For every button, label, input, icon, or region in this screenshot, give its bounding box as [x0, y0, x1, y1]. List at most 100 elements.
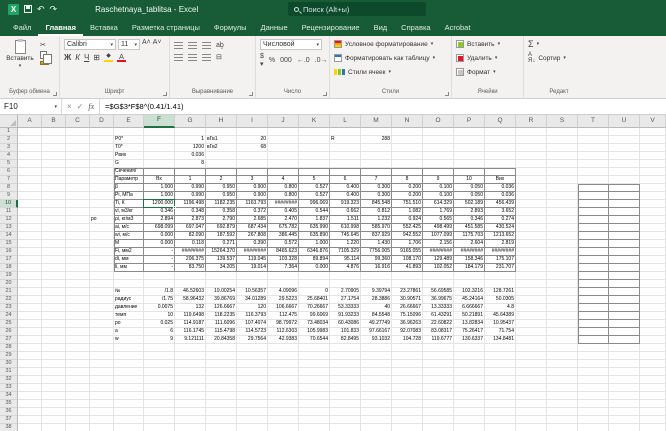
grid-cell[interactable]: 1.511 [330, 216, 361, 224]
grid-cell[interactable] [609, 424, 640, 431]
grid-cell[interactable]: 0.405 [268, 208, 299, 216]
grid-cell[interactable]: 585.970 [361, 224, 392, 232]
grid-cell[interactable] [454, 144, 485, 152]
row-header[interactable]: 33 [0, 384, 18, 392]
grid-cell[interactable] [144, 128, 175, 136]
grid-cell[interactable] [516, 248, 547, 256]
grid-cell[interactable] [640, 160, 666, 168]
grid-cell[interactable] [42, 152, 66, 160]
grid-cell[interactable] [175, 352, 206, 360]
grid-cell[interactable] [18, 296, 42, 304]
grid-cell[interactable] [18, 152, 42, 160]
grid-cell[interactable] [485, 416, 516, 424]
ribbon-tab[interactable]: Рецензирование [295, 20, 367, 36]
grid-cell[interactable]: ######## [454, 248, 485, 256]
grid-cell[interactable] [485, 280, 516, 288]
merge-center-icon[interactable]: ⊟ [216, 53, 222, 61]
grid-cell[interactable]: 614.329 [423, 200, 454, 208]
grid-cell[interactable] [114, 400, 144, 408]
font-size-select[interactable]: 11▾ [118, 39, 140, 50]
column-header[interactable]: B [42, 115, 66, 128]
grid-cell[interactable] [454, 368, 485, 376]
grid-cell[interactable] [640, 304, 666, 312]
grid-cell[interactable] [454, 400, 485, 408]
grid-cell[interactable]: P0* [114, 136, 144, 144]
grid-cell[interactable] [299, 128, 330, 136]
grid-cell[interactable]: 4.876 [330, 264, 361, 272]
grid-cell[interactable]: 39.86769 [206, 296, 237, 304]
grid-cell[interactable] [206, 352, 237, 360]
column-header[interactable]: I [237, 115, 268, 128]
conditional-formatting-button[interactable]: Условное форматирование▾ [334, 37, 447, 51]
grid-cell[interactable] [578, 320, 609, 328]
row-header[interactable]: 30 [0, 360, 18, 368]
grid-cell[interactable] [578, 408, 609, 416]
grid-cell[interactable] [516, 256, 547, 264]
grid-cell[interactable]: 0.050 [454, 184, 485, 192]
grid-cell[interactable]: Вх [144, 176, 175, 184]
grid-cell[interactable] [392, 344, 423, 352]
grid-cell[interactable] [516, 176, 547, 184]
grid-cell[interactable]: 0.390 [237, 240, 268, 248]
grid-cell[interactable] [90, 208, 114, 216]
grid-cell[interactable] [18, 280, 42, 288]
grid-cell[interactable] [18, 368, 42, 376]
grid-cell[interactable]: 1.000 [299, 240, 330, 248]
grid-cell[interactable] [361, 128, 392, 136]
grid-cell[interactable]: 1.232 [361, 216, 392, 224]
grid-cell[interactable] [206, 160, 237, 168]
grid-cell[interactable]: 0.950 [206, 192, 237, 200]
grid-cell[interactable] [268, 136, 299, 144]
grid-cell[interactable] [90, 240, 114, 248]
grid-cell[interactable] [42, 224, 66, 232]
grid-cell[interactable] [609, 280, 640, 288]
grid-cell[interactable] [90, 400, 114, 408]
row-header[interactable]: 2 [0, 136, 18, 144]
grid-cell[interactable]: 112.475 [268, 312, 299, 320]
grid-cell[interactable]: 99.360 [361, 256, 392, 264]
comma-format-icon[interactable]: 000 [280, 57, 292, 64]
grid-cell[interactable] [516, 240, 547, 248]
grid-cell[interactable] [392, 168, 423, 176]
grid-cell[interactable]: 1213.652 [485, 232, 516, 240]
grid-cell[interactable] [547, 288, 578, 296]
grid-cell[interactable] [90, 128, 114, 136]
excel-logo-icon[interactable]: X [8, 4, 19, 15]
grid-cell[interactable]: 2.604 [454, 240, 485, 248]
grid-cell[interactable] [609, 136, 640, 144]
delete-cells-button[interactable]: Удалить▾ [456, 51, 519, 65]
grid-cell[interactable] [42, 240, 66, 248]
grid-cell[interactable] [18, 176, 42, 184]
grid-cell[interactable]: 1175.703 [454, 232, 485, 240]
grid-cell[interactable] [485, 360, 516, 368]
grid-cell[interactable]: 102.3216 [454, 288, 485, 296]
grid-cell[interactable] [175, 168, 206, 176]
grid-cell[interactable] [454, 272, 485, 280]
grid-cell[interactable]: Ti, К [114, 200, 144, 208]
grid-cell[interactable]: - [144, 264, 175, 272]
grid-cell[interactable]: 71.754 [485, 328, 516, 336]
column-header[interactable]: H [206, 115, 237, 128]
grid-cell[interactable] [609, 272, 640, 280]
grid-cell[interactable] [18, 312, 42, 320]
grid-cell[interactable] [516, 384, 547, 392]
ribbon-tab[interactable]: Разметка страницы [125, 20, 207, 36]
grid-cell[interactable] [175, 272, 206, 280]
grid-cell[interactable]: 0.800 [268, 192, 299, 200]
grid-cell[interactable]: 1.000 [144, 184, 175, 192]
grid-cell[interactable]: ро [114, 320, 144, 328]
grid-cell[interactable] [609, 240, 640, 248]
grid-cell[interactable] [547, 312, 578, 320]
grid-cell[interactable] [114, 376, 144, 384]
grid-cell[interactable] [42, 400, 66, 408]
grid-cell[interactable] [640, 312, 666, 320]
cut-icon[interactable]: ✂ [40, 41, 49, 49]
grid-cell[interactable] [42, 256, 66, 264]
grid-cell[interactable] [144, 160, 175, 168]
grid-cell[interactable] [640, 216, 666, 224]
grid-cell[interactable] [42, 416, 66, 424]
grid-cell[interactable]: вГв2 [206, 144, 237, 152]
row-header[interactable]: 7 [0, 176, 18, 184]
grid-cell[interactable]: 10.56357 [237, 288, 268, 296]
grid-cell[interactable] [547, 240, 578, 248]
